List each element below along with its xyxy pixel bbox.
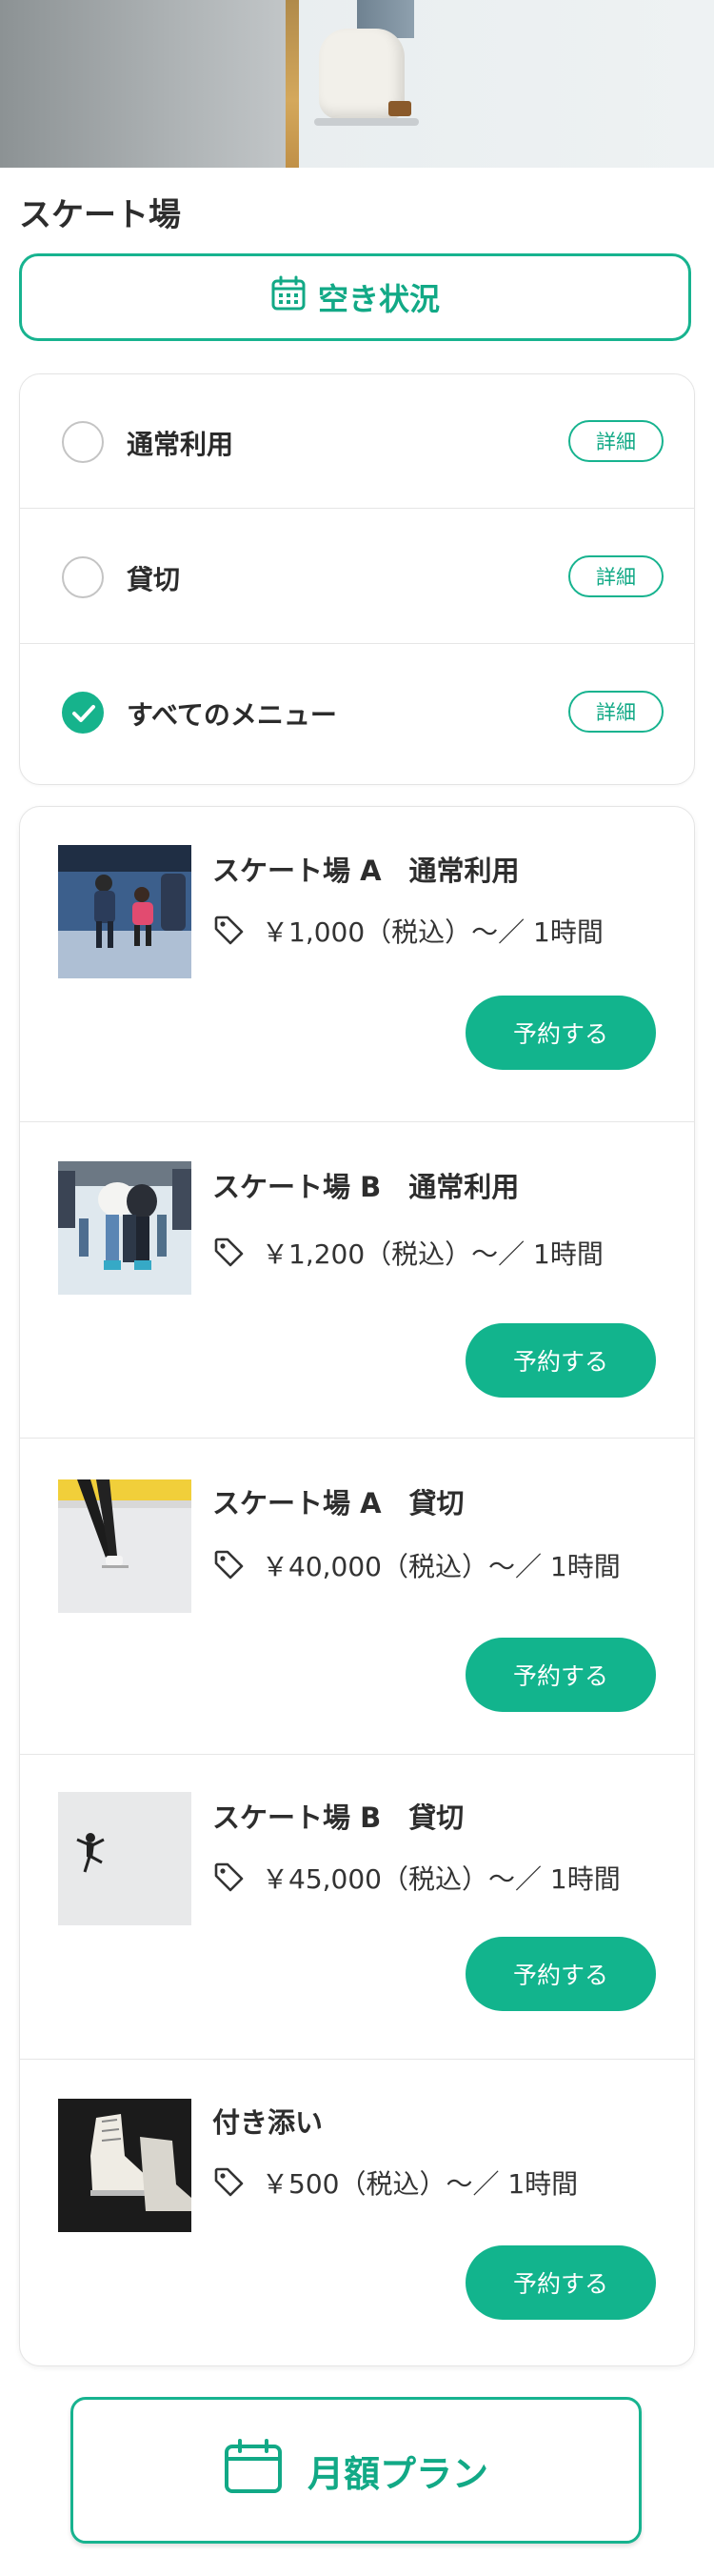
hero-image <box>0 0 714 168</box>
list-item: スケート場 A 通常利用 ￥1,000（税込）〜／ 1時間 予約する <box>20 807 694 1122</box>
plan-price: ￥500（税込）〜／ 1時間 <box>262 2168 579 2200</box>
calendar-grid-icon <box>270 275 307 319</box>
plan-title: スケート場 B 通常利用 <box>212 1171 520 1203</box>
tag-icon <box>212 2165 245 2202</box>
plan-thumbnail <box>58 2099 191 2232</box>
radio-button[interactable] <box>62 556 104 598</box>
filter-label: 通常利用 <box>127 429 234 460</box>
plan-title: 付き添い <box>212 2106 324 2139</box>
monthly-plan-button[interactable]: 月額プラン <box>70 2397 642 2544</box>
tag-icon <box>212 1861 245 1897</box>
monthly-plan-label: 月額プラン <box>307 2452 488 2495</box>
check-icon <box>72 705 95 722</box>
reserve-button[interactable]: 予約する <box>466 1638 656 1712</box>
filter-option-regular[interactable]: 通常利用 詳細 <box>20 374 694 509</box>
plan-price: ￥45,000（税込）〜／ 1時間 <box>262 1863 621 1895</box>
detail-button[interactable]: 詳細 <box>568 555 664 597</box>
detail-button[interactable]: 詳細 <box>568 420 664 462</box>
radio-button-checked[interactable] <box>62 692 104 734</box>
filter-option-all[interactable]: すべてのメニュー 詳細 <box>20 645 694 779</box>
list-item: スケート場 B 通常利用 ￥1,200（税込）〜／ 1時間 予約する <box>20 1123 694 1439</box>
availability-button[interactable]: 空き状況 <box>19 253 691 341</box>
filter-option-private[interactable]: 貸切 詳細 <box>20 510 694 644</box>
list-item: スケート場 A 貸切 ￥40,000（税込）〜／ 1時間 予約する <box>20 1439 694 1755</box>
reserve-button[interactable]: 予約する <box>466 996 656 1070</box>
plan-list: スケート場 A 通常利用 ￥1,000（税込）〜／ 1時間 予約する スケート場… <box>19 806 695 2366</box>
plan-price: ￥1,000（税込）〜／ 1時間 <box>262 916 604 948</box>
filter-label: すべてのメニュー <box>127 699 337 731</box>
detail-button[interactable]: 詳細 <box>568 691 664 733</box>
radio-button[interactable] <box>62 421 104 463</box>
filter-label: 貸切 <box>127 564 181 595</box>
plan-thumbnail <box>58 1792 191 1925</box>
plan-price: ￥40,000（税込）〜／ 1時間 <box>262 1551 621 1582</box>
plan-title: スケート場 A 通常利用 <box>212 855 520 887</box>
plan-price: ￥1,200（税込）〜／ 1時間 <box>262 1238 604 1270</box>
plan-thumbnail <box>58 1479 191 1613</box>
availability-label: 空き状況 <box>317 281 440 317</box>
reserve-button[interactable]: 予約する <box>466 1937 656 2011</box>
plan-title: スケート場 B 貸切 <box>212 1801 465 1834</box>
list-item: 付き添い ￥500（税込）〜／ 1時間 予約する <box>20 2061 694 2365</box>
reserve-button[interactable]: 予約する <box>466 2245 656 2320</box>
tag-icon <box>212 914 245 950</box>
list-item: スケート場 B 貸切 ￥45,000（税込）〜／ 1時間 予約する <box>20 1756 694 2060</box>
plan-title: スケート場 A 貸切 <box>212 1487 465 1519</box>
calendar-icon <box>224 2438 283 2503</box>
plan-thumbnail <box>58 1161 191 1295</box>
tag-icon <box>212 1548 245 1584</box>
page-title: スケート場 <box>19 196 181 234</box>
reserve-button[interactable]: 予約する <box>466 1323 656 1398</box>
tag-icon <box>212 1236 245 1272</box>
plan-thumbnail <box>58 845 191 978</box>
menu-filter: 通常利用 詳細 貸切 詳細 すべてのメニュー 詳細 <box>19 373 695 785</box>
